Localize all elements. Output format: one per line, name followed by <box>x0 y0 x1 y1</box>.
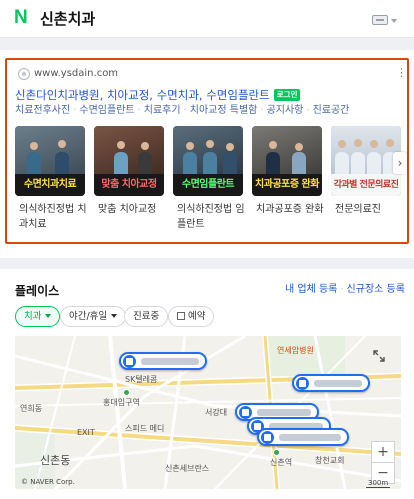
map-label: 스피드 메디 <box>125 424 165 433</box>
separator: · <box>306 105 310 116</box>
ad-title[interactable]: 신촌다인치과병원, 치아교정, 수면치과, 수면임플란트 로그인 <box>15 87 301 103</box>
map-label: 홍대입구역 <box>103 398 140 407</box>
separator: · <box>340 284 344 295</box>
ad-title-text[interactable]: 신촌다인치과병원, 치아교정, 수면치과, 수면임플란트 <box>15 88 270 102</box>
site-favicon-icon <box>18 68 30 80</box>
separator: · <box>260 105 264 116</box>
dental-marker-icon <box>261 431 274 444</box>
search-query[interactable]: 신촌치과 <box>40 9 95 29</box>
map-pin-dental[interactable] <box>292 374 370 392</box>
ad-thumbnail-1[interactable]: 수면치과치료 <box>15 126 85 196</box>
map-label: 서강대 <box>205 408 228 417</box>
expand-map-icon[interactable] <box>372 349 386 363</box>
map-pin-dental[interactable] <box>119 352 207 370</box>
card-label[interactable]: 맞춤 치아교정 <box>98 202 168 217</box>
chevron-down-icon <box>111 314 118 318</box>
blurred-label <box>141 358 199 365</box>
card-label[interactable]: 전문의료진 <box>335 202 405 217</box>
ad-url[interactable]: www.ysdain.com <box>34 67 118 81</box>
sitelink[interactable]: 치료전후사진 <box>15 105 70 116</box>
ad-thumbnail-4[interactable]: 치과공포증 완화 <box>252 126 322 196</box>
chevron-right-icon[interactable]: › <box>393 152 407 174</box>
place-links: 내 업체 등록 · 신규장소 등록 <box>285 283 405 297</box>
map-label: 신촌동 <box>40 454 71 467</box>
card-label[interactable]: 치과공포증 완화 <box>256 202 326 217</box>
chevron-down-icon <box>45 314 52 318</box>
ad-thumbnail-5[interactable]: 각과별 전문의료진 <box>331 126 401 196</box>
chip-label: 야간/휴일 <box>69 311 108 322</box>
login-badge: 로그인 <box>273 89 301 101</box>
register-business-link[interactable]: 내 업체 등록 <box>285 284 337 295</box>
map-scale: 300m <box>366 479 391 488</box>
thumbnail-caption: 치과공포증 완화 <box>255 179 319 190</box>
thumbnail-caption: 수면임플란트 <box>181 179 235 190</box>
naver-logo[interactable]: N <box>14 8 32 27</box>
blurred-label <box>257 409 311 416</box>
place-title: 플레이스 <box>15 284 60 298</box>
thumbnail-caption: 수면치과치료 <box>23 179 77 190</box>
zoom-in-button[interactable]: + <box>371 441 395 463</box>
register-place-link[interactable]: 신규장소 등록 <box>347 284 405 295</box>
map-label: 연세암병원 <box>277 346 314 355</box>
subway-station-icon <box>273 449 280 456</box>
chip-label: 예약 <box>188 311 206 322</box>
chip-label: 진료중 <box>133 311 160 322</box>
filter-chip-night-holiday[interactable]: 야간/휴일 <box>60 306 127 327</box>
map-label: SK텔레콤 <box>125 375 158 384</box>
dental-marker-icon <box>123 355 136 368</box>
map-view[interactable]: SK텔레콤 홍대입구역 연세암병원 EXIT 스피드 메디 서강대 연희동 신촌… <box>15 336 401 489</box>
sitelink[interactable]: 진료공간 <box>313 105 350 116</box>
card-label[interactable]: 의식하진정법 치과치료 <box>19 202 89 232</box>
filter-chip-open-now[interactable]: 진료중 <box>124 306 169 327</box>
subway-station-icon <box>123 389 130 396</box>
separator: · <box>183 105 187 116</box>
chevron-down-icon[interactable] <box>391 19 397 23</box>
separator: · <box>73 105 77 116</box>
sitelink[interactable]: 공지사항 <box>267 105 304 116</box>
map-label: 신촌세브란스 <box>165 464 210 473</box>
map-attribution: © NAVER Corp. <box>21 478 75 486</box>
ad-sitelinks: 치료전후사진 · 수면임플란트 · 치료후기 · 치아교정 특별함 · 공지사항 · 진료공간 <box>15 104 349 118</box>
filter-chip-dental[interactable]: 치과 <box>15 306 61 327</box>
sitelink[interactable]: 치료후기 <box>144 105 181 116</box>
dental-marker-icon <box>239 406 252 419</box>
separator: · <box>137 105 141 116</box>
calendar-icon <box>177 312 185 320</box>
thumbnail-caption: 각과별 전문의료진 <box>333 180 399 190</box>
map-label: 창천교회 <box>315 456 345 465</box>
more-options-icon[interactable]: ⋮ <box>396 66 407 80</box>
filter-chip-reservation[interactable]: 예약 <box>168 306 215 327</box>
keyboard-icon[interactable] <box>372 15 388 25</box>
map-label: 연희동 <box>20 404 43 413</box>
dental-marker-icon <box>296 377 309 390</box>
thumbnail-caption: 맞춤 치아교정 <box>101 179 157 190</box>
card-label[interactable]: 의식하진정법 임플란트 <box>177 202 247 232</box>
map-label: 신촌역 <box>270 458 293 467</box>
blurred-label <box>314 380 362 387</box>
ad-thumbnail-3[interactable]: 수면임플란트 <box>173 126 243 196</box>
ad-thumbnail-2[interactable]: 맞춤 치아교정 <box>94 126 164 196</box>
sitelink[interactable]: 수면임플란트 <box>79 105 134 116</box>
sitelink[interactable]: 치아교정 특별함 <box>190 105 258 116</box>
search-header: N 신촌치과 <box>0 0 414 38</box>
chip-label: 치과 <box>24 311 42 322</box>
map-pin-dental[interactable] <box>257 428 349 446</box>
map-label: EXIT <box>77 428 95 437</box>
blurred-label <box>279 434 341 441</box>
